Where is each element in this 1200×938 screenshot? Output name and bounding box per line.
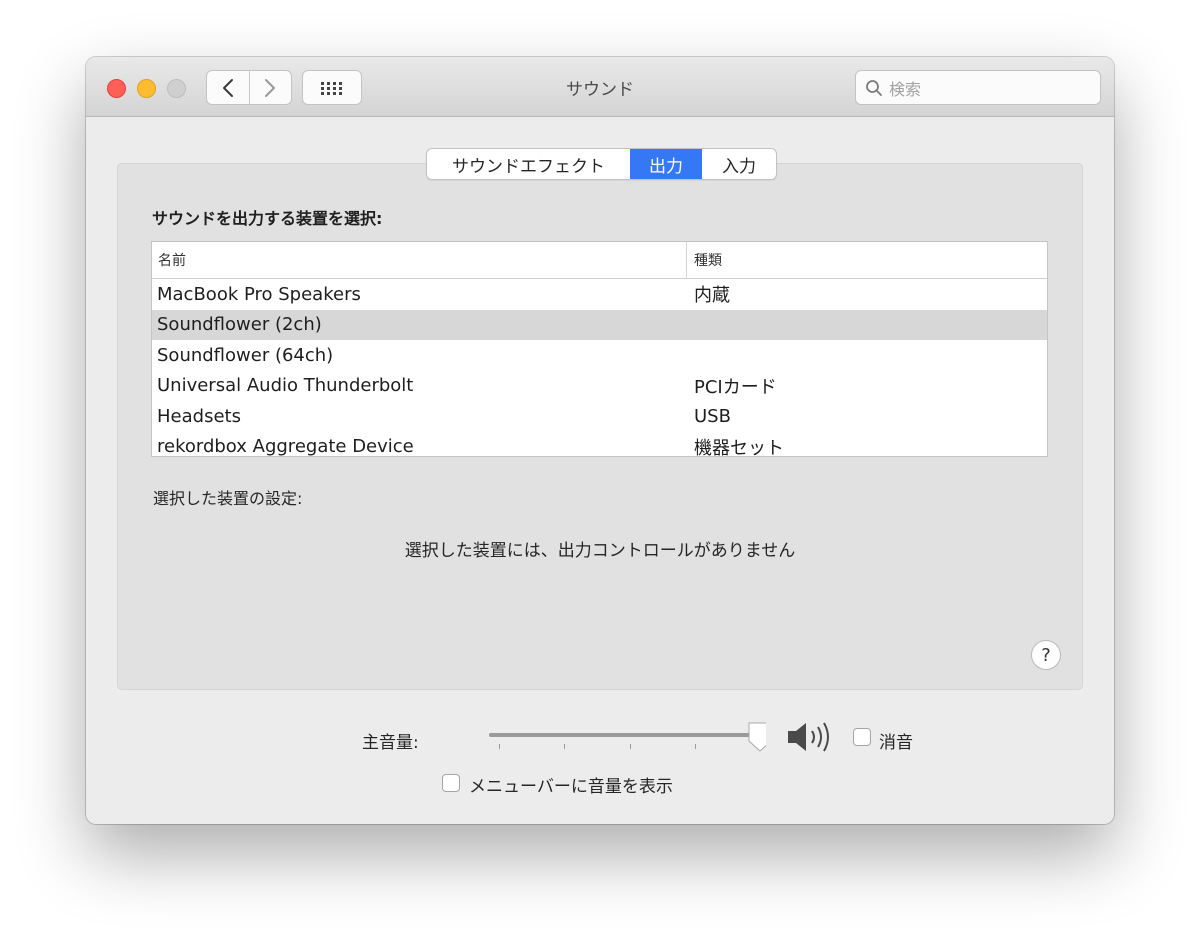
speaker-high-icon: [788, 722, 829, 752]
search-placeholder: 検索: [889, 79, 922, 99]
output-device-heading: サウンドを出力する装置を選択:: [152, 209, 383, 228]
device-name: rekordbox Aggregate Device: [157, 436, 414, 457]
device-kind: 機器セット: [694, 437, 784, 457]
device-name: MacBook Pro Speakers: [157, 283, 361, 305]
device-name: Headsets: [157, 405, 241, 427]
device-kind: PCIカード: [694, 376, 777, 398]
tab-input[interactable]: 入力: [702, 149, 776, 179]
volume-label: 主音量:: [362, 733, 419, 753]
device-kind: USB: [694, 405, 731, 427]
title-bar: サウンド 検索: [86, 57, 1114, 117]
tab-sound-effects[interactable]: サウンドエフェクト: [427, 149, 630, 179]
sound-preferences-window: サウンド 検索 サウンドエフェクト 出力 入力 サウンドを出力する装置を選択: …: [86, 57, 1114, 824]
search-field[interactable]: 検索: [855, 70, 1101, 105]
slider-ticks: [499, 744, 761, 749]
show-volume-in-menubar-checkbox[interactable]: [442, 774, 460, 792]
show-volume-in-menubar-label: メニューバーに音量を表示: [469, 777, 673, 797]
table-row[interactable]: Universal Audio Thunderbolt PCIカード: [152, 371, 1047, 402]
table-row-selected[interactable]: Soundflower (2ch): [152, 309, 1047, 340]
tab-output[interactable]: 出力: [630, 149, 702, 179]
device-name: Soundflower (2ch): [157, 314, 322, 336]
slider-knob[interactable]: [748, 722, 766, 752]
help-button[interactable]: ?: [1031, 640, 1061, 670]
column-header-name[interactable]: 名前: [152, 242, 687, 278]
search-icon: [866, 79, 882, 96]
column-header-kind[interactable]: 種類: [687, 250, 722, 270]
table-row[interactable]: Headsets USB: [152, 401, 1047, 432]
no-controls-message: 選択した装置には、出力コントロールがありません: [404, 541, 796, 561]
mute-label: 消音: [879, 733, 913, 753]
device-name: Universal Audio Thunderbolt: [157, 375, 414, 397]
device-kind: 内蔵: [694, 285, 730, 307]
table-row[interactable]: MacBook Pro Speakers 内蔵: [152, 279, 1047, 310]
device-name: Soundflower (64ch): [157, 344, 334, 366]
slider-fill: [489, 733, 760, 737]
table-header: 名前 種類: [152, 242, 1047, 279]
mute-checkbox[interactable]: [853, 728, 871, 746]
tab-bar: サウンドエフェクト 出力 入力: [426, 148, 777, 180]
device-settings-label: 選択した装置の設定:: [153, 489, 303, 508]
table-row[interactable]: rekordbox Aggregate Device 機器セット: [152, 432, 1047, 457]
table-row[interactable]: Soundflower (64ch): [152, 340, 1047, 371]
volume-slider[interactable]: [486, 719, 766, 759]
output-device-table[interactable]: 名前 種類 MacBook Pro Speakers 内蔵 Soundflowe…: [151, 241, 1048, 457]
